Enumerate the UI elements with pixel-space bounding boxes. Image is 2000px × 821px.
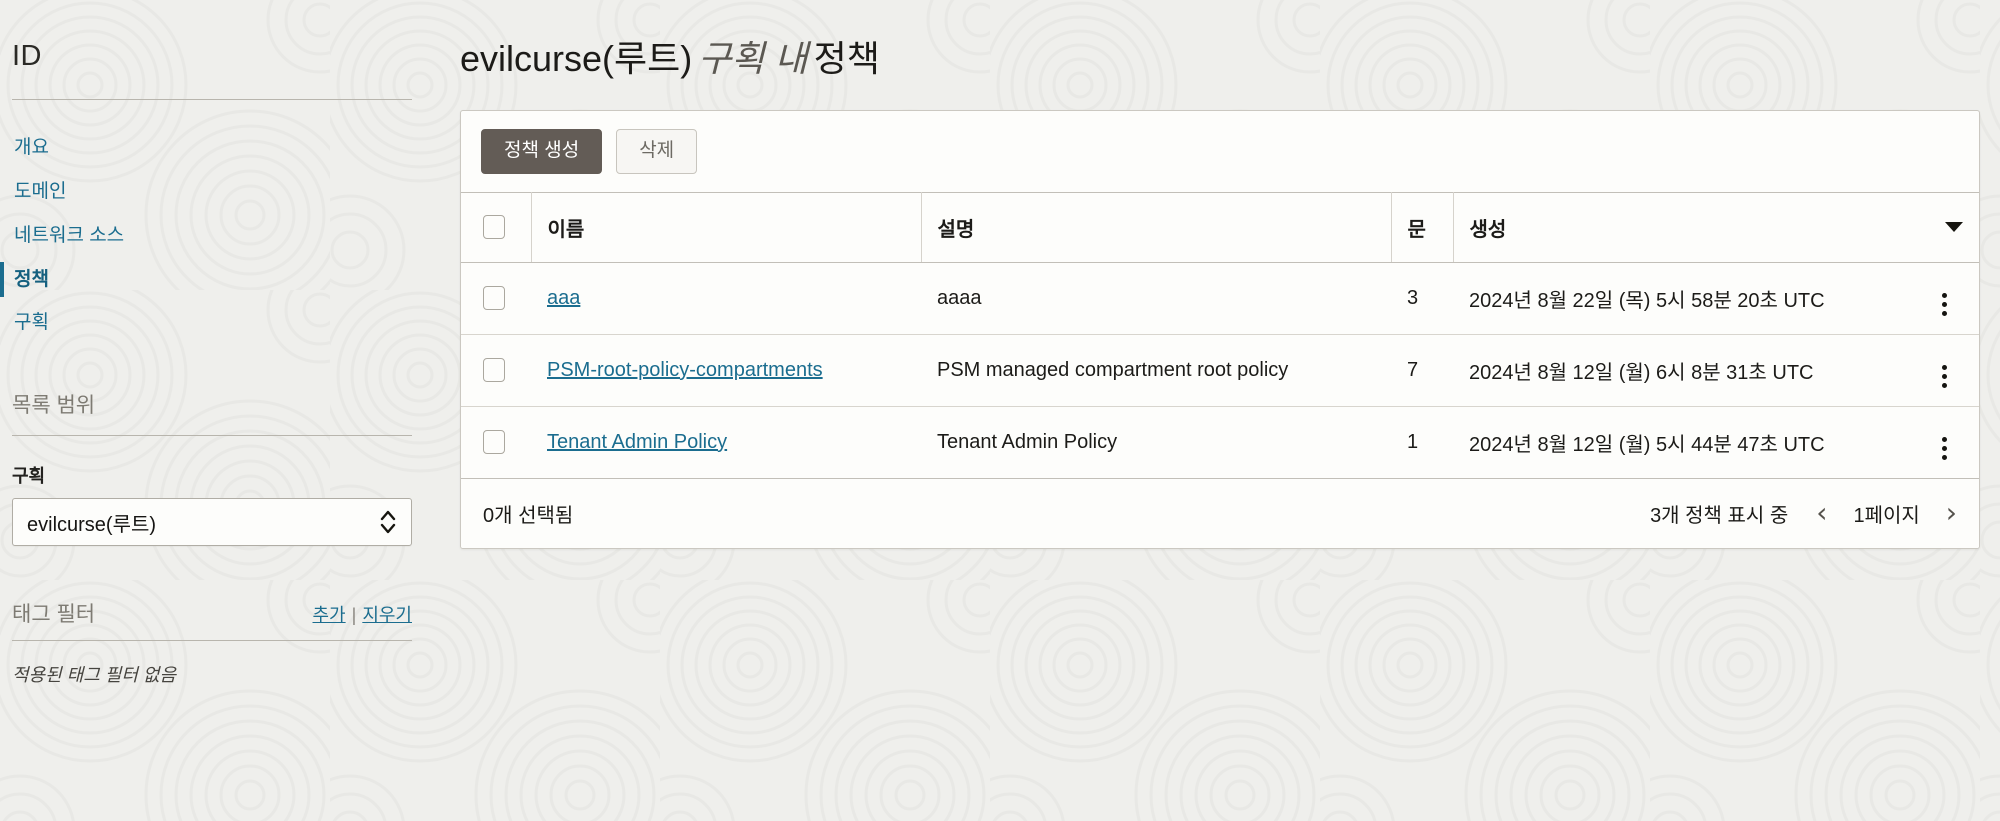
- footer-right-group: 3개 정책 표시 중 ‹ 1페이지 ›: [1650, 499, 1957, 528]
- row-actions-cell: [1923, 334, 1979, 407]
- row-checkbox[interactable]: [483, 430, 505, 455]
- column-header-created[interactable]: 생성: [1453, 191, 1979, 263]
- table-row[interactable]: Tenant Admin Policy Tenant Admin Policy …: [461, 406, 1979, 479]
- page-title: evilcurse(루트) 구획 내 정책: [460, 0, 2000, 82]
- row-description-cell: aaaa: [921, 262, 1391, 335]
- kebab-menu-icon[interactable]: [1941, 436, 1947, 460]
- chevron-left-icon[interactable]: ‹: [1816, 499, 1827, 527]
- showing-count-text: 3개 정책 표시 중: [1650, 504, 1789, 527]
- policy-name-link[interactable]: PSM-root-policy-compartments: [547, 359, 823, 381]
- row-created-cell: 2024년 8월 12일 (월) 5시 44분 47초 UTC: [1453, 406, 1923, 479]
- row-statements-cell: 3: [1391, 262, 1453, 335]
- delete-button[interactable]: 삭제: [616, 129, 698, 174]
- select-all-header: [461, 191, 532, 263]
- row-statements-cell: 1: [1391, 406, 1453, 479]
- select-all-checkbox[interactable]: [483, 215, 505, 240]
- selected-count-text: 0개 선택됨: [483, 504, 574, 527]
- tag-filter-label: 태그 필터: [12, 603, 96, 627]
- caret-down-icon[interactable]: [1945, 222, 1963, 233]
- row-actions-cell: [1923, 406, 1979, 479]
- sidebar-title: ID: [12, 40, 42, 72]
- tag-filter-divider: [12, 640, 412, 642]
- policies-card: 정책 생성 삭제 이름 설명 문 생성 aaa aaaa 3 2024년 8월 …: [460, 110, 1980, 549]
- chevron-updown-icon: [379, 507, 397, 537]
- sidebar-item-domains[interactable]: 도메인: [12, 170, 412, 214]
- row-description-cell: PSM managed compartment root policy: [921, 334, 1391, 407]
- tag-filter-actions: 추가 | 지우기: [313, 601, 413, 627]
- chevron-right-icon[interactable]: ›: [1946, 499, 1957, 527]
- row-actions-cell: [1923, 262, 1979, 335]
- sidebar-item-label: 도메인: [14, 180, 67, 202]
- page-title-compartment: evilcurse(루트): [460, 38, 693, 79]
- tag-filter-empty-text: 적용된 태그 필터 없음: [12, 665, 177, 686]
- column-header-description[interactable]: 설명: [921, 191, 1392, 263]
- table-header-row: 이름 설명 문 생성: [461, 191, 1979, 263]
- policy-name-link[interactable]: aaa: [547, 287, 580, 309]
- column-header-name[interactable]: 이름: [531, 191, 922, 263]
- page-title-resource: 정책: [813, 38, 880, 79]
- sidebar-item-network-sources[interactable]: 네트워크 소스: [12, 214, 412, 258]
- compartment-select[interactable]: evilcurse(루트): [12, 498, 412, 547]
- main-content: evilcurse(루트) 구획 내 정책 정책 생성 삭제 이름 설명 문 생…: [460, 0, 2000, 821]
- tag-filter-add-link[interactable]: 추가: [313, 605, 346, 625]
- row-created-cell: 2024년 8월 22일 (목) 5시 58분 20초 UTC: [1453, 262, 1923, 335]
- pagination: ‹ 1페이지 ›: [1816, 499, 1957, 528]
- policies-table: 이름 설명 문 생성 aaa aaaa 3 2024년 8월 22일 (목) 5…: [461, 191, 1979, 479]
- tag-filter-separator: |: [351, 605, 357, 626]
- row-name-cell: aaa: [531, 262, 921, 335]
- compartment-field-label: 구획: [12, 466, 46, 487]
- row-description-cell: Tenant Admin Policy: [921, 406, 1391, 479]
- table-row[interactable]: PSM-root-policy-compartments PSM managed…: [461, 334, 1979, 407]
- row-statements-cell: 7: [1391, 334, 1453, 407]
- table-footer: 0개 선택됨 3개 정책 표시 중 ‹ 1페이지 ›: [461, 478, 1979, 548]
- sidebar: ID 개요 도메인 네트워크 소스 정책 구획 목록 범위 구획 evilcur…: [0, 0, 418, 821]
- page-root: ID 개요 도메인 네트워크 소스 정책 구획 목록 범위 구획 evilcur…: [0, 0, 2000, 821]
- sidebar-item-label: 개요: [14, 137, 49, 158]
- sidebar-item-policies[interactable]: 정책: [0, 258, 412, 302]
- page-number-label: 1페이지: [1853, 504, 1920, 527]
- compartment-select-value: evilcurse(루트): [27, 513, 157, 536]
- sidebar-title-divider: [12, 99, 412, 100]
- sidebar-nav: 개요 도메인 네트워크 소스 정책 구획: [0, 126, 406, 345]
- table-body: aaa aaaa 3 2024년 8월 22일 (목) 5시 58분 20초 U…: [461, 262, 1979, 479]
- list-scope-divider: [12, 435, 412, 437]
- sidebar-item-label: 정책: [14, 268, 49, 290]
- row-name-cell: PSM-root-policy-compartments: [531, 334, 921, 407]
- list-scope-heading: 목록 범위: [12, 394, 96, 418]
- kebab-menu-icon[interactable]: [1941, 364, 1947, 388]
- column-header-created-label: 생성: [1469, 218, 1507, 241]
- tag-filter-clear-link[interactable]: 지우기: [362, 605, 412, 625]
- sidebar-item-compartments[interactable]: 구획: [12, 301, 412, 345]
- sidebar-item-label: 구획: [14, 312, 49, 334]
- row-checkbox[interactable]: [483, 286, 505, 311]
- row-select-cell: [461, 262, 531, 335]
- row-select-cell: [461, 406, 531, 479]
- row-name-cell: Tenant Admin Policy: [531, 406, 921, 479]
- page-title-scope: 구획 내: [698, 38, 808, 79]
- sidebar-item-overview[interactable]: 개요: [12, 126, 412, 170]
- create-policy-button[interactable]: 정책 생성: [481, 129, 603, 174]
- table-row[interactable]: aaa aaaa 3 2024년 8월 22일 (목) 5시 58분 20초 U…: [461, 262, 1979, 335]
- tag-filter-row: 태그 필터 추가 | 지우기: [12, 598, 412, 628]
- kebab-menu-icon[interactable]: [1941, 292, 1947, 316]
- row-checkbox[interactable]: [483, 358, 505, 383]
- row-select-cell: [461, 334, 531, 407]
- row-created-cell: 2024년 8월 12일 (월) 6시 8분 31초 UTC: [1453, 334, 1923, 407]
- policy-name-link[interactable]: Tenant Admin Policy: [547, 431, 727, 453]
- sidebar-item-label: 네트워크 소스: [14, 224, 125, 246]
- table-toolbar: 정책 생성 삭제: [461, 111, 1979, 192]
- table-head: 이름 설명 문 생성: [461, 191, 1979, 263]
- column-header-statements[interactable]: 문: [1391, 191, 1454, 263]
